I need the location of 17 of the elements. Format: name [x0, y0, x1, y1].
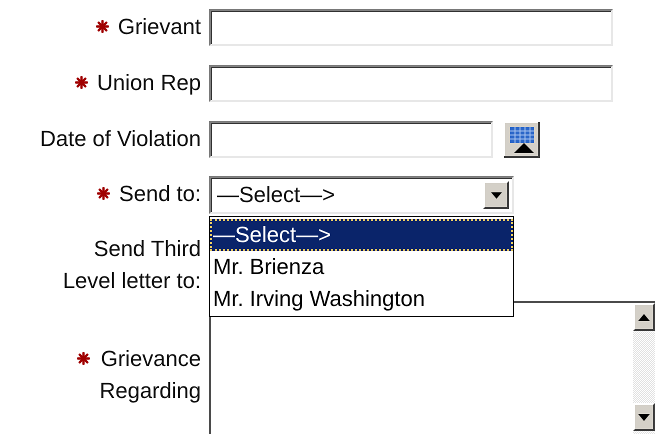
- field-label: Grievance Regarding: [99, 345, 201, 405]
- field-label: Grievant: [118, 13, 201, 41]
- dropdown-option[interactable]: Mr. Irving Washington: [210, 283, 513, 315]
- calendar-icon[interactable]: [504, 122, 540, 158]
- send-to-dropdown[interactable]: —Select—>: [209, 176, 514, 214]
- input-field[interactable]: [209, 9, 613, 46]
- field-label: Union Rep: [97, 69, 201, 97]
- dropdown-option[interactable]: —Select—>: [210, 219, 513, 251]
- field-label: Date of Violation: [40, 125, 201, 153]
- input-field[interactable]: [209, 65, 613, 102]
- date-field[interactable]: [209, 121, 493, 158]
- field-label: Send to:: [119, 180, 201, 208]
- dropdown-option[interactable]: Mr. Brienza: [210, 251, 513, 283]
- field-label: Send Third Level letter to:: [62, 235, 201, 295]
- scrollbar[interactable]: [633, 303, 655, 434]
- scroll-up-icon[interactable]: [633, 303, 655, 331]
- scroll-down-icon[interactable]: [633, 403, 655, 431]
